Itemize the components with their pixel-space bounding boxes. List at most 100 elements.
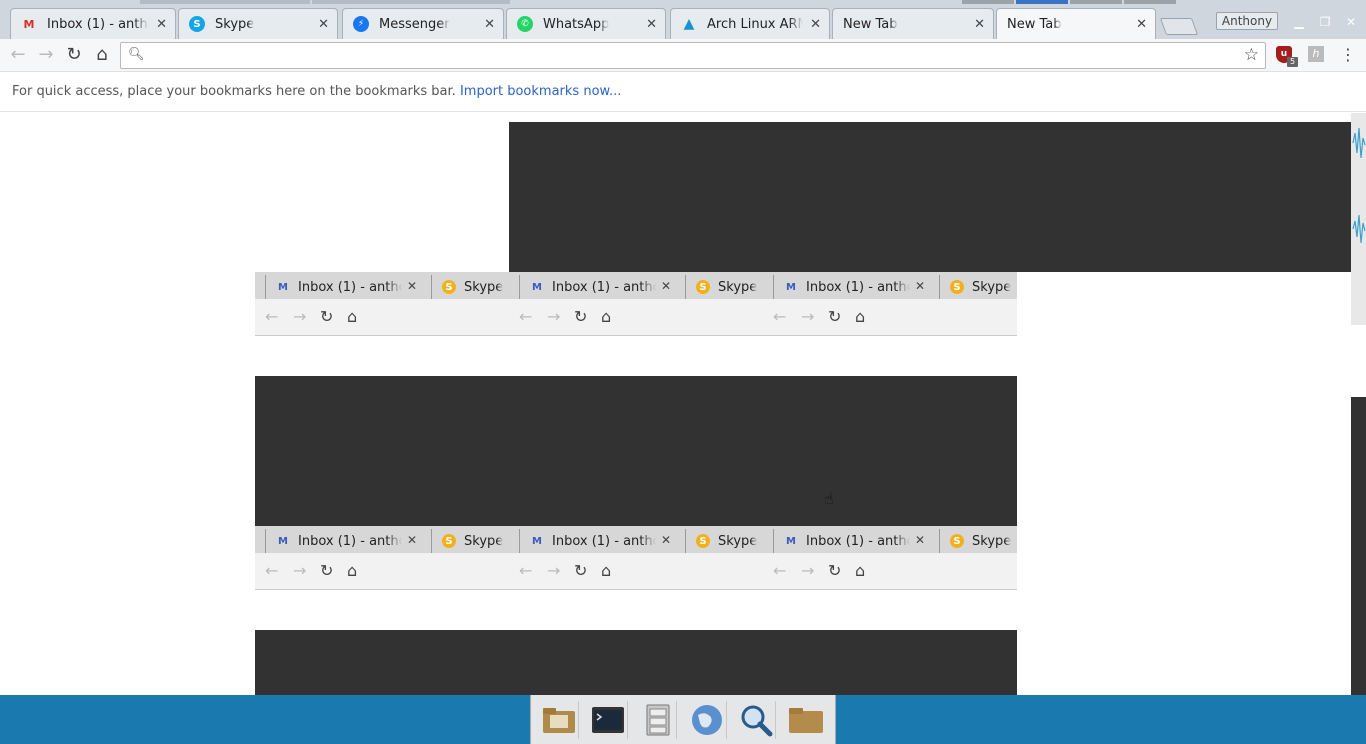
thumbnail-panel	[509, 122, 1351, 272]
thumb-tab-label: Skype	[464, 533, 504, 549]
tab-label: Arch Linux ARM	[707, 16, 803, 32]
reload-icon: ↻	[320, 307, 334, 326]
thumbnail-panel	[255, 630, 1017, 695]
forward-icon[interactable]: →	[35, 44, 57, 66]
tab-label: Skype	[215, 16, 255, 32]
gmail-icon: M	[23, 17, 35, 31]
reload-icon[interactable]: ↻	[63, 44, 85, 66]
browser-toolbar: ← → ↻ ⌂ 🔍︎ ☆ u 5 h ⋮	[0, 39, 1366, 72]
screen: M Inbox (1) - anthony ✕ S Skype ✕ ⚡ Mess…	[0, 0, 1366, 744]
taskbar	[0, 695, 1366, 744]
forward-icon: →	[293, 561, 307, 580]
tab-strip: M Inbox (1) - anthony ✕ S Skype ✕ ⚡ Mess…	[0, 4, 1366, 40]
thumb-tab-skype: S Skype	[685, 529, 763, 553]
thumb-tab-gmail: M Inbox (1) - anthony ✕	[519, 529, 679, 553]
thumb-tab-label: Inbox (1) - anthony	[552, 533, 656, 549]
restore-icon[interactable]: ❐	[1314, 13, 1336, 31]
home-icon[interactable]: ⌂	[91, 44, 113, 66]
bookmark-star-icon[interactable]: ☆	[1244, 45, 1259, 65]
omnibox[interactable]: 🔍︎ ☆	[120, 42, 1266, 69]
tab-label: Inbox (1) - anthony	[47, 16, 149, 32]
reload-icon: ↻	[320, 561, 334, 580]
whatsapp-icon: ✆	[517, 16, 533, 32]
waveform-icon	[1352, 214, 1366, 244]
search-icon[interactable]	[738, 700, 776, 739]
thumb-tab-gmail: M Inbox (1) - anthony ✕	[265, 275, 425, 299]
web-browser-icon[interactable]	[689, 700, 727, 739]
tab-whatsapp[interactable]: ✆ WhatsApp ✕	[506, 8, 666, 39]
thumbnail-tabstrip: M Inbox (1) - anthony ✕ S Skype M Inbox …	[255, 526, 1017, 553]
thumb-tab-label: Inbox (1) - anthony	[552, 279, 656, 295]
back-icon[interactable]: ←	[7, 44, 29, 66]
bookmarks-message: For quick access, place your bookmarks h…	[12, 84, 456, 99]
forward-icon: →	[547, 307, 561, 326]
skype-icon: S	[442, 534, 456, 548]
menu-icon[interactable]: ⋮	[1340, 44, 1356, 66]
hand-cursor-icon: ☝	[824, 489, 834, 508]
close-icon[interactable]: ✕	[318, 17, 329, 32]
file-cabinet-icon[interactable]	[639, 700, 678, 739]
address-input[interactable]	[151, 46, 1241, 65]
back-icon: ←	[773, 561, 787, 580]
reload-icon: ↻	[574, 561, 588, 580]
waveform-icon	[1352, 127, 1366, 159]
close-icon: ✕	[406, 279, 417, 293]
back-icon: ←	[519, 307, 533, 326]
profile-button[interactable]: Anthony	[1216, 12, 1278, 30]
extension-icon[interactable]: h	[1308, 46, 1324, 62]
back-icon: ←	[773, 307, 787, 326]
skype-icon: S	[189, 16, 205, 32]
back-icon: ←	[519, 561, 533, 580]
close-icon[interactable]: ✕	[156, 17, 167, 32]
reload-icon: ↻	[574, 307, 588, 326]
terminal-icon[interactable]	[590, 700, 628, 739]
forward-icon: →	[801, 307, 815, 326]
close-icon[interactable]: ✕	[974, 17, 985, 32]
forward-icon: →	[801, 561, 815, 580]
file-manager-icon[interactable]	[541, 700, 579, 739]
close-icon[interactable]: ✕	[1136, 17, 1147, 32]
close-icon: ✕	[914, 279, 925, 293]
tab-label: WhatsApp	[543, 16, 610, 32]
tab-label: New Tab	[1007, 17, 1062, 32]
close-icon: ✕	[406, 533, 417, 547]
home-icon: ⌂	[347, 561, 358, 580]
tab-messenger[interactable]: ⚡ Messenger ✕	[342, 8, 504, 39]
tab-arch-linux[interactable]: ▲ Arch Linux ARM ✕	[670, 8, 830, 39]
import-bookmarks-link[interactable]: Import bookmarks now...	[460, 84, 621, 99]
tab-new-tab[interactable]: New Tab ✕	[832, 8, 994, 39]
gmail-icon: M	[532, 281, 542, 293]
new-tab-button[interactable]	[1159, 18, 1199, 35]
minimize-icon[interactable]: ▁	[1288, 13, 1310, 31]
folder-icon[interactable]	[787, 701, 825, 739]
thumbnail-panel	[255, 376, 1017, 526]
thumb-tab-gmail: M Inbox (1) - anthony ✕	[773, 275, 933, 299]
thumb-tab-label: Skype	[718, 279, 758, 295]
thumb-tab-gmail: M Inbox (1) - anthony ✕	[265, 529, 425, 553]
close-icon[interactable]: ✕	[646, 17, 657, 32]
thumb-tab-gmail: M Inbox (1) - anthony ✕	[773, 529, 933, 553]
gmail-icon: M	[278, 535, 288, 547]
skype-icon: S	[442, 280, 456, 294]
close-icon: ✕	[660, 279, 671, 293]
thumb-tab-label: Skype	[972, 533, 1012, 549]
back-icon: ←	[265, 307, 279, 326]
tab-label: Messenger	[379, 16, 450, 32]
close-icon[interactable]: ✕	[810, 17, 821, 32]
home-icon: ⌂	[347, 307, 358, 326]
thumb-tab-skype: S Skype	[685, 275, 763, 299]
home-icon: ⌂	[855, 307, 866, 326]
close-icon: ✕	[914, 533, 925, 547]
close-icon[interactable]: ✕	[484, 17, 495, 32]
tab-gmail[interactable]: M Inbox (1) - anthony ✕	[10, 8, 176, 39]
skype-icon: S	[950, 534, 964, 548]
close-window-icon[interactable]: ✕	[1340, 13, 1362, 31]
thumb-tab-skype: S Skype	[431, 275, 509, 299]
tab-new-tab-active[interactable]: New Tab ✕	[996, 8, 1156, 40]
thumb-tab-label: Inbox (1) - anthony	[298, 533, 402, 549]
thumb-tab-label: Inbox (1) - anthony	[806, 533, 910, 549]
close-icon: ✕	[660, 533, 671, 547]
tab-skype[interactable]: S Skype ✕	[178, 8, 338, 39]
new-tab-page: M Inbox (1) - anthony ✕ S Skype M Inbox …	[0, 113, 1366, 695]
thumbnail-tabstrip: M Inbox (1) - anthony ✕ S Skype M Inbox …	[255, 272, 1017, 299]
